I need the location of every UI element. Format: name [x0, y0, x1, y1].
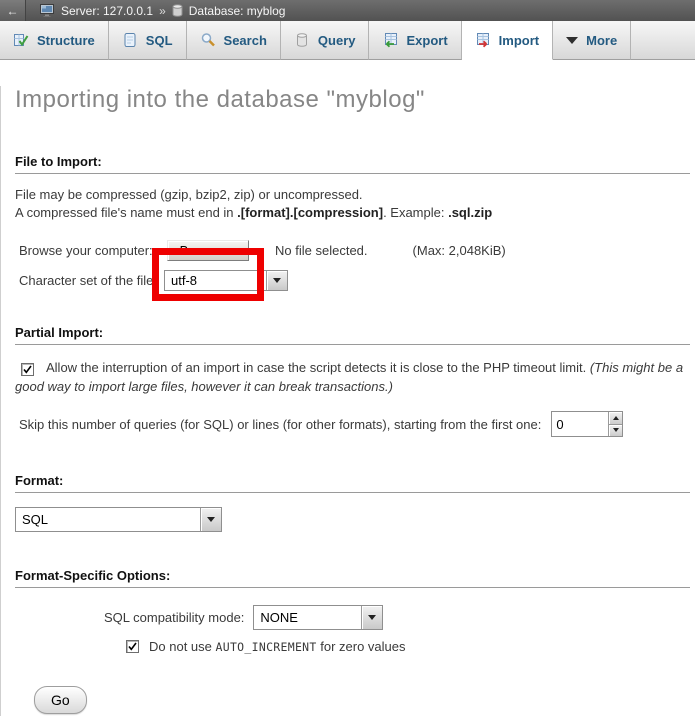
naming-rule-mid: . Example:	[383, 205, 448, 220]
auto-increment-suffix: for zero values	[317, 639, 406, 654]
allow-interruption-row: Allow the interruption of an import in c…	[15, 358, 685, 396]
breadcrumb-server-link[interactable]: Server: 127.0.0.1	[61, 4, 153, 18]
database-icon	[172, 4, 183, 17]
naming-rule-example: .sql.zip	[448, 205, 492, 220]
tab-query[interactable]: Query	[281, 21, 370, 60]
charset-label: Character set of the file:	[19, 273, 157, 288]
tab-label: Import	[499, 33, 539, 48]
spinner-down-button[interactable]	[609, 424, 622, 437]
number-spinner	[608, 412, 622, 436]
spinner-up-button[interactable]	[609, 412, 622, 424]
breadcrumb-separator: »	[159, 4, 166, 18]
allow-interruption-text: Allow the interruption of an import in c…	[46, 360, 590, 375]
allow-interruption-checkbox[interactable]	[21, 363, 34, 376]
max-size-text: (Max: 2,048KiB)	[413, 243, 506, 258]
auto-increment-prefix: Do not use	[149, 639, 216, 654]
section-heading-format: Format:	[15, 473, 690, 493]
sql-icon	[122, 32, 138, 48]
back-button[interactable]: ←	[0, 0, 26, 21]
format-select[interactable]: SQL	[15, 507, 222, 532]
tab-label: Query	[318, 33, 356, 48]
sql-compatibility-selected-value: NONE	[254, 606, 304, 629]
skip-queries-input[interactable]	[552, 412, 608, 436]
page-title: Importing into the database "myblog"	[15, 86, 690, 114]
breadcrumb-bar: ← Server: 127.0.0.1 » Database: myblog	[0, 0, 695, 21]
skip-queries-row: Skip this number of queries (for SQL) or…	[19, 411, 690, 437]
search-icon	[200, 32, 216, 48]
tab-label: SQL	[146, 33, 173, 48]
back-arrow-icon: ←	[7, 4, 19, 18]
dropdown-arrow-icon[interactable]	[266, 271, 287, 290]
format-selected-value: SQL	[16, 508, 54, 531]
browse-row: Browse your computer: Browse… No file se…	[19, 238, 690, 262]
tab-sql[interactable]: SQL	[109, 21, 187, 60]
charset-select[interactable]: utf-8	[164, 270, 288, 291]
tab-import[interactable]: Import	[462, 21, 553, 60]
tab-label: Search	[224, 33, 267, 48]
tab-search[interactable]: Search	[187, 21, 281, 60]
skip-queries-input-group	[551, 411, 623, 437]
naming-rule-line: A compressed file's name must end in .[f…	[15, 204, 690, 222]
go-button[interactable]: Go	[34, 686, 87, 714]
chevron-down-icon	[566, 37, 578, 44]
naming-rule-pattern: .[format].[compression]	[237, 205, 383, 220]
section-heading-partial-import: Partial Import:	[15, 325, 690, 345]
export-icon	[382, 32, 398, 48]
auto-increment-checkbox[interactable]	[126, 640, 139, 653]
query-icon	[294, 32, 310, 48]
section-heading-format-options: Format-Specific Options:	[15, 568, 690, 588]
tab-label: More	[586, 33, 617, 48]
tab-bar: Structure SQL Search Query Export Import…	[0, 21, 695, 60]
no-file-selected-text: No file selected.	[275, 243, 368, 258]
naming-rule-prefix: A compressed file's name must end in	[15, 205, 237, 220]
browse-label: Browse your computer:	[19, 243, 153, 258]
import-icon	[475, 32, 491, 48]
content-area: Importing into the database "myblog" Fil…	[0, 86, 695, 716]
tabbar-filler	[631, 21, 695, 60]
tab-more[interactable]: More	[553, 21, 631, 60]
skip-queries-label: Skip this number of queries (for SQL) or…	[19, 417, 541, 432]
sql-compatibility-label: SQL compatibility mode:	[104, 610, 244, 625]
tab-export[interactable]: Export	[369, 21, 461, 60]
dropdown-arrow-icon[interactable]	[200, 508, 221, 531]
structure-icon	[13, 32, 29, 48]
auto-increment-code: AUTO_INCREMENT	[216, 640, 317, 654]
tab-label: Structure	[37, 33, 95, 48]
server-icon	[40, 4, 55, 17]
compression-info-line: File may be compressed (gzip, bzip2, zip…	[15, 186, 690, 204]
breadcrumb: Server: 127.0.0.1 » Database: myblog	[40, 4, 285, 18]
sql-compatibility-row: SQL compatibility mode: NONE	[104, 605, 690, 630]
sql-compatibility-select[interactable]: NONE	[253, 605, 383, 630]
browse-button[interactable]: Browse…	[167, 240, 249, 261]
charset-selected-value: utf-8	[165, 271, 203, 290]
import-page: Importing into the database "myblog" Fil…	[0, 86, 695, 716]
tab-label: Export	[406, 33, 447, 48]
auto-increment-row: Do not use AUTO_INCREMENT for zero value…	[126, 639, 690, 654]
breadcrumb-database-link[interactable]: Database: myblog	[189, 4, 286, 18]
charset-row: Character set of the file: utf-8	[19, 269, 690, 291]
tab-structure[interactable]: Structure	[0, 21, 109, 60]
section-heading-file-to-import: File to Import:	[15, 154, 690, 174]
dropdown-arrow-icon[interactable]	[361, 606, 382, 629]
auto-increment-text: Do not use AUTO_INCREMENT for zero value…	[149, 639, 406, 654]
